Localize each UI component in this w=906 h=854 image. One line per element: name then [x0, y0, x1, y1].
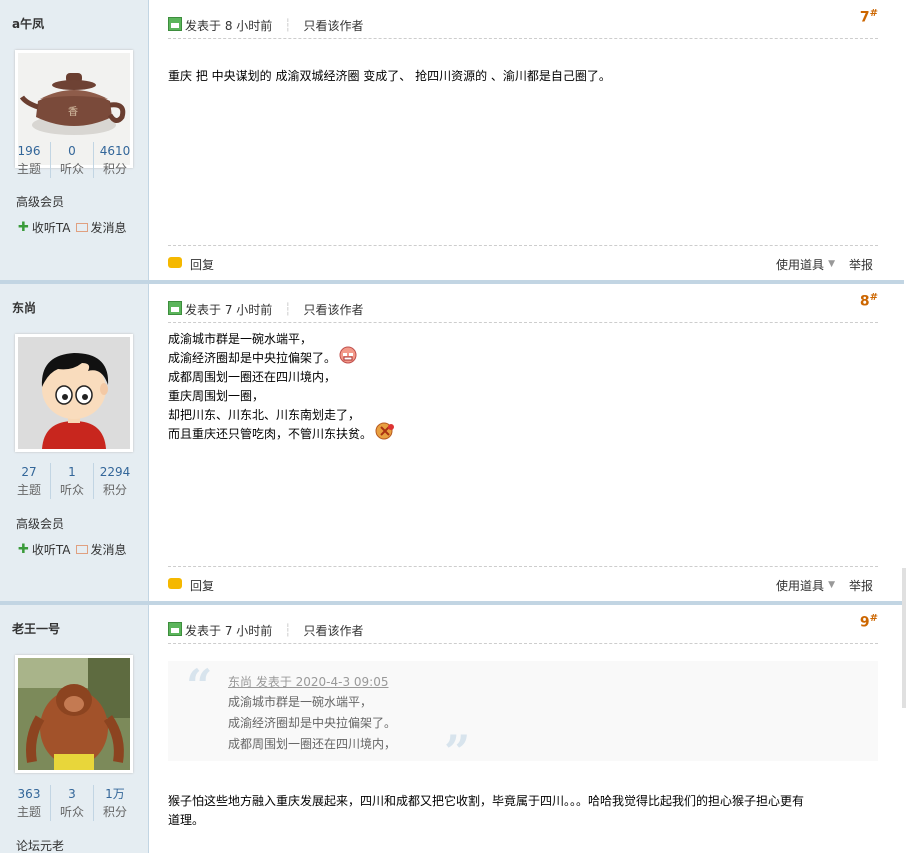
author-stats: 363 主题 3 听众 1万 积分: [8, 785, 136, 821]
author-sidebar: a午凤 香 196 主题 0 听众 4610 积分 高级会员 ✚ 收听TA 发消…: [0, 0, 149, 280]
post-online-icon: [168, 301, 182, 315]
author-stats: 196 主题 0 听众 4610 积分: [8, 142, 136, 178]
stat-points[interactable]: 1万 积分: [93, 785, 136, 821]
only-author-link[interactable]: 只看该作者: [304, 17, 364, 34]
post-body: 猴子怕这些地方融入重庆发展起来，四川和成都又把它收割，毕竟属于四川。。。哈哈我觉…: [168, 792, 878, 830]
use-tools-menu[interactable]: 使用道具: [776, 577, 824, 594]
post-body: 成渝城市群是一碗水端平， 成渝经济圈却是中央拉偏架了。 成都周围划一圈还在四川境…: [168, 330, 878, 444]
post-header: 发表于 7 小时前 ┆ 只看该作者: [168, 617, 878, 644]
author-actions: ✚ 收听TA 发消息: [18, 541, 127, 558]
divider: ┆: [284, 302, 292, 316]
reply-button[interactable]: 回复: [190, 577, 214, 594]
close-quote-icon: ”: [444, 725, 471, 779]
post-line: 成渝城市群是一碗水端平，: [168, 332, 313, 346]
post-header: 发表于 8 小时前 ┆ 只看该作者: [168, 12, 878, 39]
plus-icon: ✚: [18, 220, 29, 235]
reply-icon: [168, 256, 182, 268]
post-line: 而且重庆还只管吃肉，不管川东扶贫。: [168, 422, 878, 444]
scrollbar[interactable]: [902, 568, 906, 708]
post-line: 成渝经济圈却是中央拉偏架了。: [168, 346, 878, 368]
stat-topics[interactable]: 363 主题: [8, 785, 50, 821]
author-sidebar: 老王一号 363 主题 3 听众 1万 积分 论坛元老: [0, 605, 149, 853]
quote-source-link[interactable]: 东尚 发表于 2020-4-3 09:05: [228, 673, 389, 690]
post-line: 猴子怕这些地方融入重庆发展起来，四川和成都又把它收割，毕竟属于四川。。。哈哈我觉…: [168, 794, 805, 808]
post-online-icon: [168, 622, 182, 636]
stat-followers[interactable]: 1 听众: [50, 463, 93, 499]
floor-number[interactable]: 9#: [860, 613, 878, 631]
report-button[interactable]: 举报: [849, 577, 873, 594]
post-footer: 回复 使用道具 ▼ 举报: [168, 245, 878, 282]
member-rank: 高级会员: [16, 195, 65, 209]
floor-number[interactable]: 7#: [860, 8, 878, 26]
post-time: 发表于 8 小时前: [185, 18, 273, 33]
post-footer: 回复 使用道具 ▼ 举报: [168, 566, 878, 603]
message-link[interactable]: 发消息: [91, 219, 127, 236]
meat-emoji-icon: [375, 422, 395, 439]
post-floor-7: a午凤 香 196 主题 0 听众 4610 积分 高级会员 ✚ 收听TA 发消…: [0, 0, 904, 280]
only-author-link[interactable]: 只看该作者: [304, 622, 364, 639]
post-online-icon: [168, 17, 182, 31]
message-link[interactable]: 发消息: [91, 541, 127, 558]
author-stats: 27 主题 1 听众 2294 积分: [8, 463, 136, 499]
author-sidebar: 东尚 27 主题 1 听众 2294 积分 高级会员 ✚ 收听TA 发消息: [0, 284, 149, 601]
post-content: 发表于 7 小时前 ┆ 只看该作者 8# 成渝城市群是一碗水端平， 成渝经济圈却…: [168, 284, 878, 601]
follow-link[interactable]: 收听TA: [32, 219, 71, 236]
stat-points[interactable]: 2294 积分: [93, 463, 136, 499]
stat-topics[interactable]: 27 主题: [8, 463, 50, 499]
author-name[interactable]: 老王一号: [12, 620, 60, 637]
reply-button[interactable]: 回复: [190, 256, 214, 273]
angry-face-icon: [339, 346, 357, 363]
only-author-link[interactable]: 只看该作者: [304, 301, 364, 318]
chevron-down-icon: ▼: [828, 259, 835, 269]
mail-icon: [75, 545, 88, 554]
post-line: 却把川东、川东北、川东南划走了，: [168, 408, 361, 422]
post-content: 发表于 8 小时前 ┆ 只看该作者 7# 重庆 把 中央谋划的 成渝双城经济圈 …: [168, 0, 878, 280]
post-time: 发表于 7 小时前: [185, 302, 273, 317]
svg-text:香: 香: [68, 106, 78, 118]
follow-link[interactable]: 收听TA: [32, 541, 71, 558]
post-content: 发表于 7 小时前 ┆ 只看该作者 9# “ ” 东尚 发表于 2020-4-3…: [168, 605, 878, 853]
member-rank: 高级会员: [16, 517, 65, 531]
open-quote-icon: “: [186, 659, 213, 713]
divider: ┆: [284, 18, 292, 32]
quote-line: 成渝经济圈却是中央拉偏架了。: [228, 716, 397, 730]
mail-icon: [75, 223, 88, 232]
stat-points[interactable]: 4610 积分: [93, 142, 136, 178]
orangutan-avatar[interactable]: [15, 655, 133, 773]
member-rank: 论坛元老: [16, 839, 65, 853]
post-floor-9: 老王一号 363 主题 3 听众 1万 积分 论坛元老 发表于 7 小时前 ┆ …: [0, 605, 904, 853]
reply-icon: [168, 577, 182, 589]
author-name[interactable]: a午凤: [12, 15, 44, 32]
post-line: 重庆周围划一圈，: [168, 389, 265, 403]
author-name[interactable]: 东尚: [12, 299, 36, 316]
chevron-down-icon: ▼: [828, 580, 835, 590]
divider: ┆: [284, 623, 292, 637]
post-body: 重庆 把 中央谋划的 成渝双城经济圈 变成了、 抢四川资源的 、渝川都是自己圈了…: [168, 67, 878, 86]
stat-followers[interactable]: 0 听众: [50, 142, 93, 178]
report-button[interactable]: 举报: [849, 256, 873, 273]
floor-number[interactable]: 8#: [860, 292, 878, 310]
post-line: 道理。: [168, 813, 205, 827]
post-line: 重庆 把 中央谋划的 成渝双城经济圈 变成了、 抢四川资源的 、渝川都是自己圈了…: [168, 69, 611, 83]
post-time: 发表于 7 小时前: [185, 623, 273, 638]
quote-line: 成渝城市群是一碗水端平，: [228, 695, 373, 709]
quote-line: 成都周围划一圈还在四川境内，: [228, 737, 397, 751]
stat-followers[interactable]: 3 听众: [50, 785, 93, 821]
post-header: 发表于 7 小时前 ┆ 只看该作者: [168, 296, 878, 323]
quote-block: “ ” 东尚 发表于 2020-4-3 09:05 成渝城市群是一碗水端平， 成…: [168, 659, 878, 779]
author-actions: ✚ 收听TA 发消息: [18, 219, 127, 236]
use-tools-menu[interactable]: 使用道具: [776, 256, 824, 273]
plus-icon: ✚: [18, 542, 29, 557]
cartoon-boy-avatar[interactable]: [15, 334, 133, 452]
post-line: 成都周围划一圈还在四川境内，: [168, 370, 337, 384]
post-floor-8: 东尚 27 主题 1 听众 2294 积分 高级会员 ✚ 收听TA 发消息 发表…: [0, 284, 904, 601]
stat-topics[interactable]: 196 主题: [8, 142, 50, 178]
